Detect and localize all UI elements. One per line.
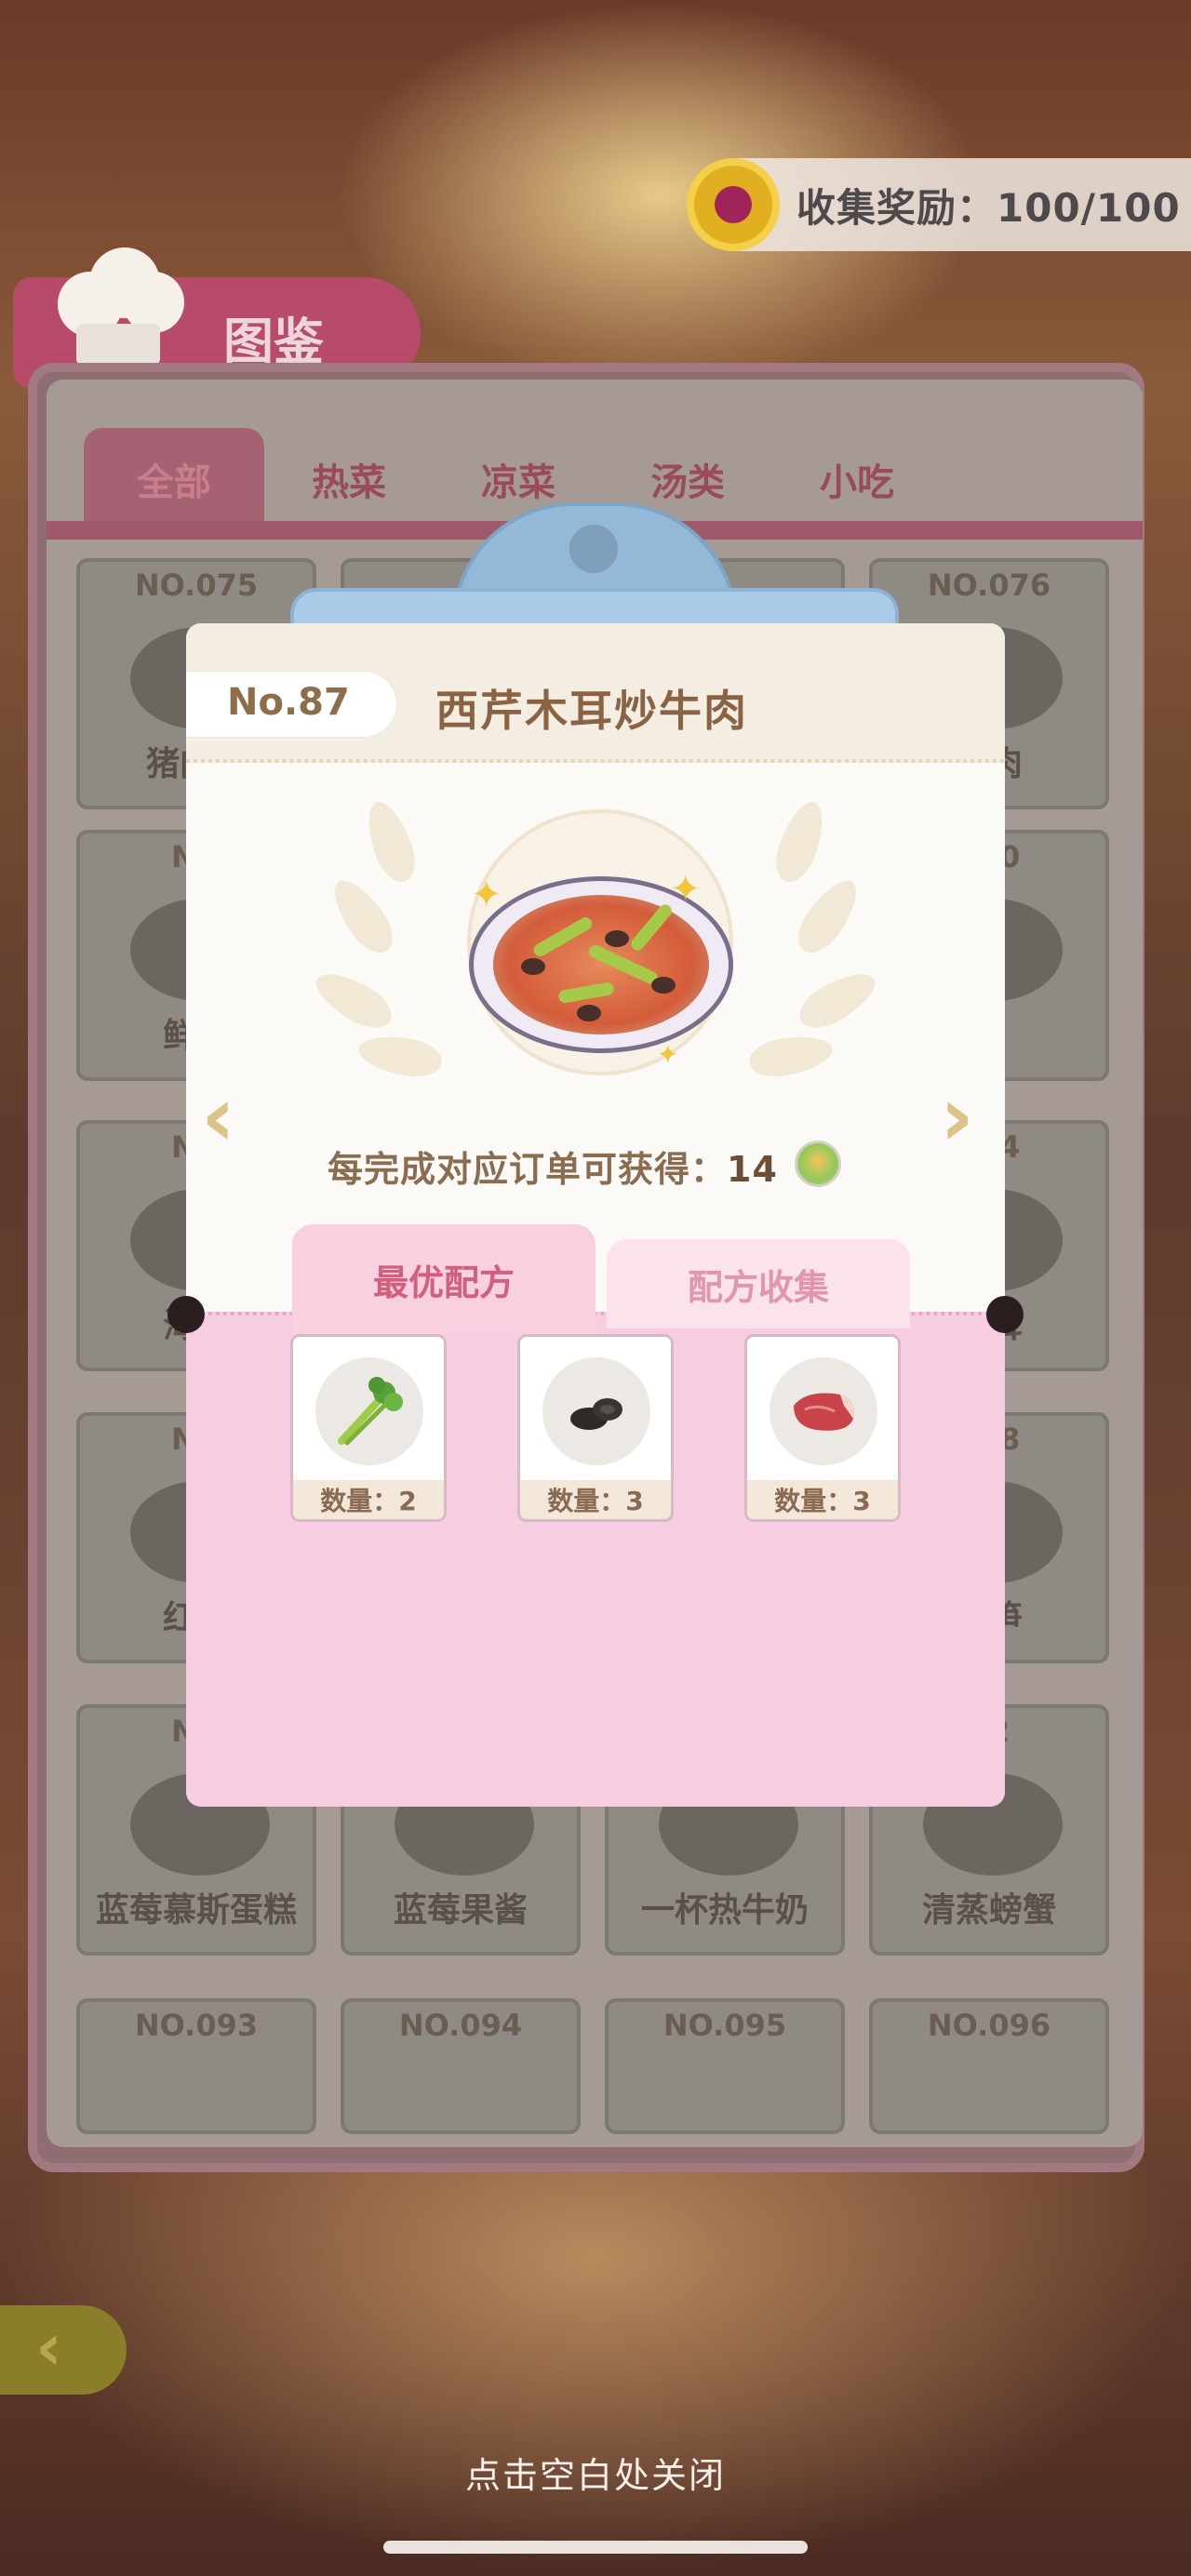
ingredient-card[interactable]: 数量：3 <box>517 1334 674 1522</box>
sparkle-icon: ✦ <box>657 1039 679 1070</box>
wood-ear-piece <box>651 977 676 994</box>
dish-card[interactable]: NO.094 <box>341 1998 581 2134</box>
chef-hat-icon <box>48 244 188 374</box>
dish-number: No.87 <box>227 681 350 724</box>
ingredient-card[interactable]: 数量：3 <box>744 1334 901 1522</box>
dish-name: 蓝莓果酱 <box>393 1891 528 1929</box>
dish-card[interactable]: NO.093 <box>76 1998 316 2134</box>
dish-card[interactable]: NO.095 <box>605 1998 845 2134</box>
wood-ear-piece <box>521 958 545 975</box>
dish-name: 一杯热牛奶 <box>640 1891 809 1929</box>
dish-detail-dialog: No.87 西芹木耳炒牛肉 ✦ ✦ ✦ ‹ › 每完成对应订单可获得：14 最优… <box>186 623 1005 1807</box>
dish-number: NO.094 <box>398 2008 523 2043</box>
dish-number: NO.076 <box>927 567 1051 603</box>
laurel-right-icon <box>735 795 883 1098</box>
back-button[interactable] <box>0 2305 127 2395</box>
clipboard-clip-hole <box>569 525 618 573</box>
dish-number: NO.096 <box>927 2008 1051 2043</box>
wood-ear-piece <box>605 930 629 947</box>
ingredient-quantity: 数量：2 <box>293 1480 444 1519</box>
dialog-notch-right <box>986 1296 1024 1333</box>
dish-name: 清蒸螃蟹 <box>921 1891 1056 1929</box>
ingredient-card[interactable]: 数量：2 <box>290 1334 447 1522</box>
celery-icon <box>338 1377 403 1446</box>
order-reward-label: 每完成对应订单可获得： <box>328 1149 728 1190</box>
tab-snacks[interactable]: 小吃 <box>772 428 942 530</box>
beef-icon <box>794 1393 854 1431</box>
collection-reward-label: 收集奖励：100/100 <box>796 185 1181 231</box>
tab-recipe-collection[interactable]: 配方收集 <box>607 1239 910 1328</box>
tab-all[interactable]: 全部 <box>84 428 264 530</box>
sparkle-icon: ✦ <box>471 874 502 916</box>
close-hint[interactable]: 点击空白处关闭 <box>0 2447 1191 2498</box>
dialog-notch-left <box>167 1296 205 1333</box>
dish-number: NO.093 <box>134 2008 259 2043</box>
wood-ear-piece <box>577 1005 601 1021</box>
sparkle-icon: ✦ <box>670 868 702 911</box>
ingredient-quantity: 数量：3 <box>520 1480 671 1519</box>
dish-title: 西芹木耳炒牛肉 <box>435 686 748 736</box>
home-indicator[interactable] <box>383 2541 808 2554</box>
laurel-left-icon <box>308 795 456 1098</box>
dish-number: NO.095 <box>662 2008 787 2043</box>
wood-ear-mushroom-icon <box>570 1398 622 1430</box>
next-arrow-icon[interactable]: › <box>940 1075 974 1159</box>
tab-hot-dishes[interactable]: 热菜 <box>264 428 434 530</box>
ingredient-quantity: 数量：3 <box>747 1480 898 1519</box>
reward-coin-icon <box>795 1141 841 1187</box>
previous-arrow-icon[interactable]: ‹ <box>201 1075 235 1159</box>
order-reward-amount: 14 <box>727 1149 778 1190</box>
dish-name: 蓝莓慕斯蛋糕 <box>95 1891 297 1929</box>
order-reward-text: 每完成对应订单可获得：14 <box>328 1141 778 1192</box>
gift-icon <box>687 158 780 251</box>
dish-card[interactable]: NO.096 <box>869 1998 1109 2134</box>
tab-best-recipe[interactable]: 最优配方 <box>292 1224 596 1334</box>
dish-number: NO.075 <box>134 567 259 603</box>
